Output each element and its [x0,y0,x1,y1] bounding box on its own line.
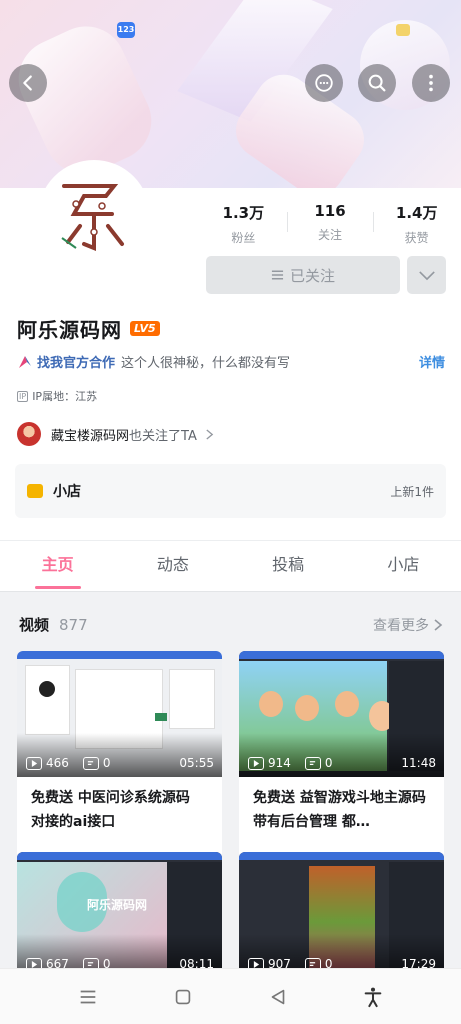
video-stats: 466 0 05:55 [26,756,214,770]
video-duration: 11:48 [401,756,436,770]
tab-shop[interactable]: 小店 [346,541,461,591]
username: 阿乐源码网 [17,318,122,342]
video-count: 877 [59,615,88,634]
chevron-right-icon [206,428,214,440]
mutual-avatar [17,422,41,446]
shop-title: 小店 [53,484,81,500]
ip-location: IP属地：江苏 [32,390,98,403]
message-button[interactable] [305,64,343,102]
back-icon [23,75,32,91]
videos-section-header: 视频 877 查看更多 [19,614,443,635]
danmaku-icon [304,756,321,770]
stat-followers[interactable]: 1.3万 粉丝 [200,202,287,246]
view-more-label: 查看更多 [373,617,429,634]
video-thumbnail: 466 0 05:55 [17,651,222,777]
play-count-icon [248,756,264,770]
followed-label: 已关注 [289,266,335,285]
level-badge: LV5 [130,321,160,336]
shop-new-items: 上新1件 [390,484,434,499]
section-title: 视频 [19,616,50,634]
cooperation-icon [19,355,31,368]
notification-badge [396,24,410,36]
play-count: 466 [46,756,69,770]
stat-label: 获赞 [404,231,429,245]
mutual-username: 藏宝楼源码网 [51,428,130,444]
video-thumbnail: 阿乐源码网 667 0 08:11 [17,852,222,978]
stat-label: 关注 [318,228,343,242]
stat-value: 1.4万 [395,204,438,222]
video-title: 免费送 中医问诊系统源码 对接的ai接口 [31,790,190,830]
avatar[interactable] [38,160,150,272]
play-count: 914 [268,756,291,770]
bio-row: 找我官方合作 这个人很神秘，什么都没有写 详情 [17,352,445,371]
profile-stats: 1.3万 粉丝 116 关注 1.4万 获赞 [200,202,460,246]
shop-card[interactable]: 小店 上新1件 [15,464,446,518]
danmaku-count: 0 [102,756,111,770]
stat-label: 粉丝 [231,231,256,245]
watermark-text: 阿乐源码网 [87,898,148,912]
message-icon [315,74,333,92]
signature: 这个人很神秘，什么都没有写 [121,356,291,371]
logo-avatar-icon [61,184,124,251]
more-vertical-icon [429,74,433,92]
chevron-right-icon [434,618,443,631]
expand-button[interactable] [407,256,446,294]
video-card[interactable]: 阿乐源码网 667 0 08:11 [17,852,222,978]
profile-tabs: 主页 动态 投稿 小店 [0,540,461,592]
view-more-link[interactable]: 查看更多 [373,615,443,635]
keyboard-badge: 123 [117,22,135,38]
tab-submissions[interactable]: 投稿 [231,541,346,591]
home-icon[interactable] [172,986,194,1008]
more-options-button[interactable] [412,64,450,102]
search-icon [368,74,386,92]
video-duration: 05:55 [179,756,214,770]
detail-link[interactable]: 详情 [419,352,445,371]
tab-home[interactable]: 主页 [0,541,115,591]
stat-following[interactable]: 116 关注 [286,202,374,246]
stat-value: 116 [314,202,346,220]
accessibility-icon[interactable] [362,986,384,1008]
danmaku-icon [82,756,99,770]
tab-dynamics[interactable]: 动态 [115,541,230,591]
chevron-down-icon [418,270,435,280]
video-card[interactable]: 466 0 05:55 免费送 中医问诊系统源码 对接的ai接口 [17,651,222,859]
menu-icon[interactable] [77,986,99,1008]
cooperation-link[interactable]: 找我官方合作 [37,352,115,371]
back-triangle-icon[interactable] [267,986,289,1008]
video-thumbnail: 914 0 11:48 [239,651,444,777]
back-button[interactable] [9,64,47,102]
search-button[interactable] [358,64,396,102]
name-row: 阿乐源码网 LV5 [17,314,160,343]
video-stats: 914 0 11:48 [248,756,436,770]
shop-icon [27,484,43,498]
ip-tag: IP [17,390,29,402]
video-thumbnail: 907 0 17:29 [239,852,444,978]
stat-likes[interactable]: 1.4万 获赞 [373,202,460,246]
play-count-icon [26,756,42,770]
menu-lines-icon [271,270,284,280]
video-card[interactable]: 914 0 11:48 免费送 益智游戏斗地主源码带有后台管理 都… [239,651,444,859]
followed-button[interactable]: 已关注 [206,256,400,294]
mutual-follow-row[interactable]: 藏宝楼源码网 也关注了TA [17,422,214,446]
video-title: 免费送 益智游戏斗地主源码带有后台管理 都… [253,790,426,830]
profile-card: 1.3万 粉丝 116 关注 1.4万 获赞 已关注 阿乐源码网 LV5 找我官… [0,160,461,540]
system-navigation-bar [0,968,461,1024]
ip-location-row: IP IP属地：江苏 [17,388,97,404]
danmaku-count: 0 [324,756,333,770]
stat-value: 1.3万 [222,204,265,222]
mutual-suffix: 也关注了TA [129,428,197,444]
video-card[interactable]: 907 0 17:29 [239,852,444,978]
